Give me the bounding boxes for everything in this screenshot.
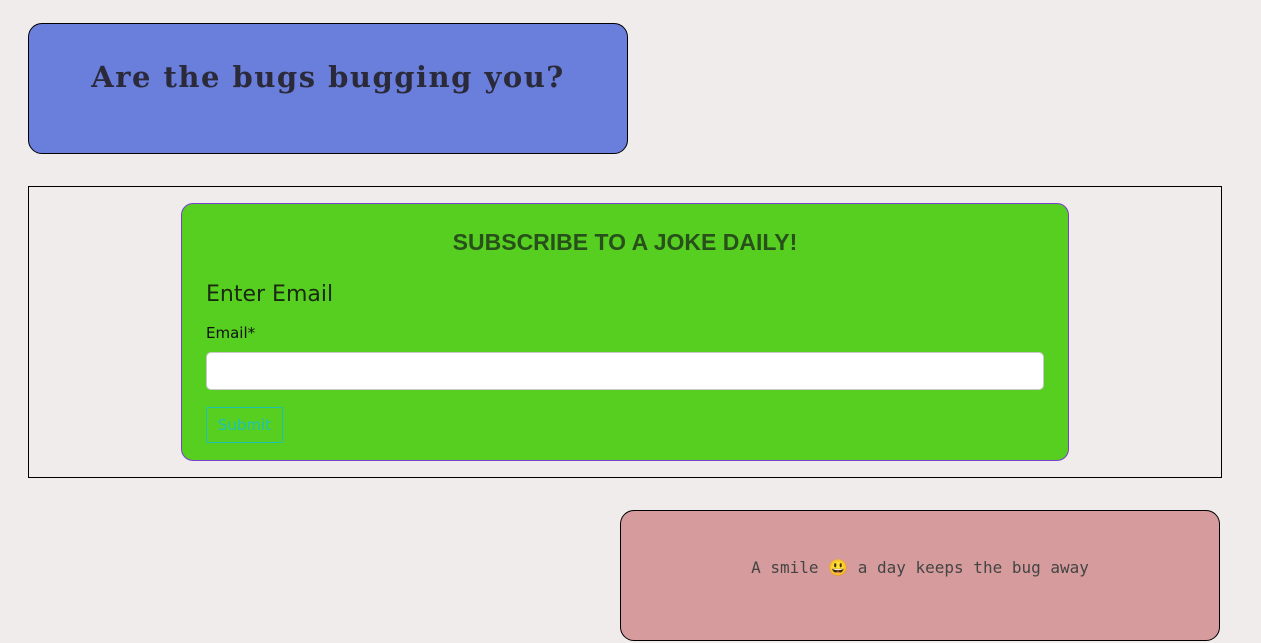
subscribe-section: SUBSCRIBE TO A JOKE DAILY! Enter Email E… [28, 186, 1222, 478]
subscribe-heading: SUBSCRIBE TO A JOKE DAILY! [452, 229, 798, 255]
submit-button[interactable]: Submit [206, 407, 283, 443]
email-field[interactable] [206, 352, 1044, 390]
hero-banner: Are the bugs bugging you? [28, 23, 628, 154]
hero-title: Are the bugs bugging you? [91, 60, 565, 94]
subscribe-form: SUBSCRIBE TO A JOKE DAILY! Enter Email E… [181, 203, 1069, 461]
quote-card: A smile 😃 a day keeps the bug away [620, 510, 1220, 641]
form-title: Enter Email [206, 282, 334, 307]
quote-text: A smile 😃 a day keeps the bug away [751, 558, 1089, 577]
email-label: Email* [206, 324, 256, 342]
